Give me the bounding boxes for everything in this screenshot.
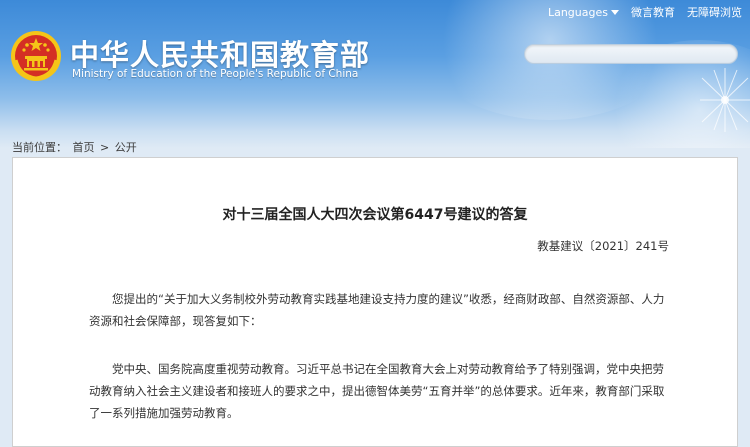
reply-paragraph-2: 党中央、国务院高度重视劳动教育。习近平总书记在全国教育大会上对劳动教育给予了特别…: [89, 358, 699, 424]
paragraph-line: 党中央、国务院高度重视劳动教育。习近平总书记在全国教育大会上对劳动教育给予了特别…: [112, 362, 664, 376]
languages-menu[interactable]: Languages: [548, 6, 619, 19]
national-emblem-icon: [11, 31, 61, 81]
paragraph-line: 资源和社会保障部，现答复如下：: [89, 314, 262, 328]
breadcrumb-prefix: 当前位置：: [12, 141, 67, 154]
accessibility-link[interactable]: 无障碍浏览: [687, 4, 742, 20]
breadcrumb-current-link[interactable]: 公开: [115, 141, 137, 154]
top-links: Languages 微言教育 无障碍浏览: [548, 4, 742, 20]
reply-paragraph-1: 您提出的“关于加大义务制校外劳动教育实践基地建设支持力度的建议”收悉，经商财政部…: [89, 288, 699, 332]
paragraph-line: 了一系列措施加强劳动教育。: [89, 406, 239, 420]
paragraph-line: 您提出的“关于加大义务制校外劳动教育实践基地建设支持力度的建议”收悉，经商财政部…: [112, 292, 665, 306]
weibo-link[interactable]: 微言教育: [631, 4, 675, 20]
languages-label: Languages: [547, 5, 608, 19]
document-number: 教基建议〔2021〕241号: [537, 239, 669, 253]
breadcrumb-separator: >: [100, 141, 110, 154]
breadcrumb-home-link[interactable]: 首页: [73, 141, 95, 154]
site-subtitle: Ministry of Education of the People's Re…: [72, 68, 359, 80]
document-title: 对十三届全国人大四次会议第6447号建议的答复: [222, 207, 528, 223]
dandelion-decoration-icon: [700, 68, 750, 132]
document-panel: 对十三届全国人大四次会议第6447号建议的答复 教基建议〔2021〕241号 您…: [12, 157, 738, 447]
breadcrumb: 当前位置： 首页 > 公开: [12, 139, 139, 155]
site-header: Languages 微言教育 无障碍浏览 中华人民共和国教育部 Ministry…: [0, 0, 750, 148]
paragraph-line: 动教育纳入社会主义建设者和接班人的要求之中，提出德智体美劳“五育并举”的总体要求…: [89, 384, 665, 398]
chevron-down-icon: [611, 10, 619, 15]
